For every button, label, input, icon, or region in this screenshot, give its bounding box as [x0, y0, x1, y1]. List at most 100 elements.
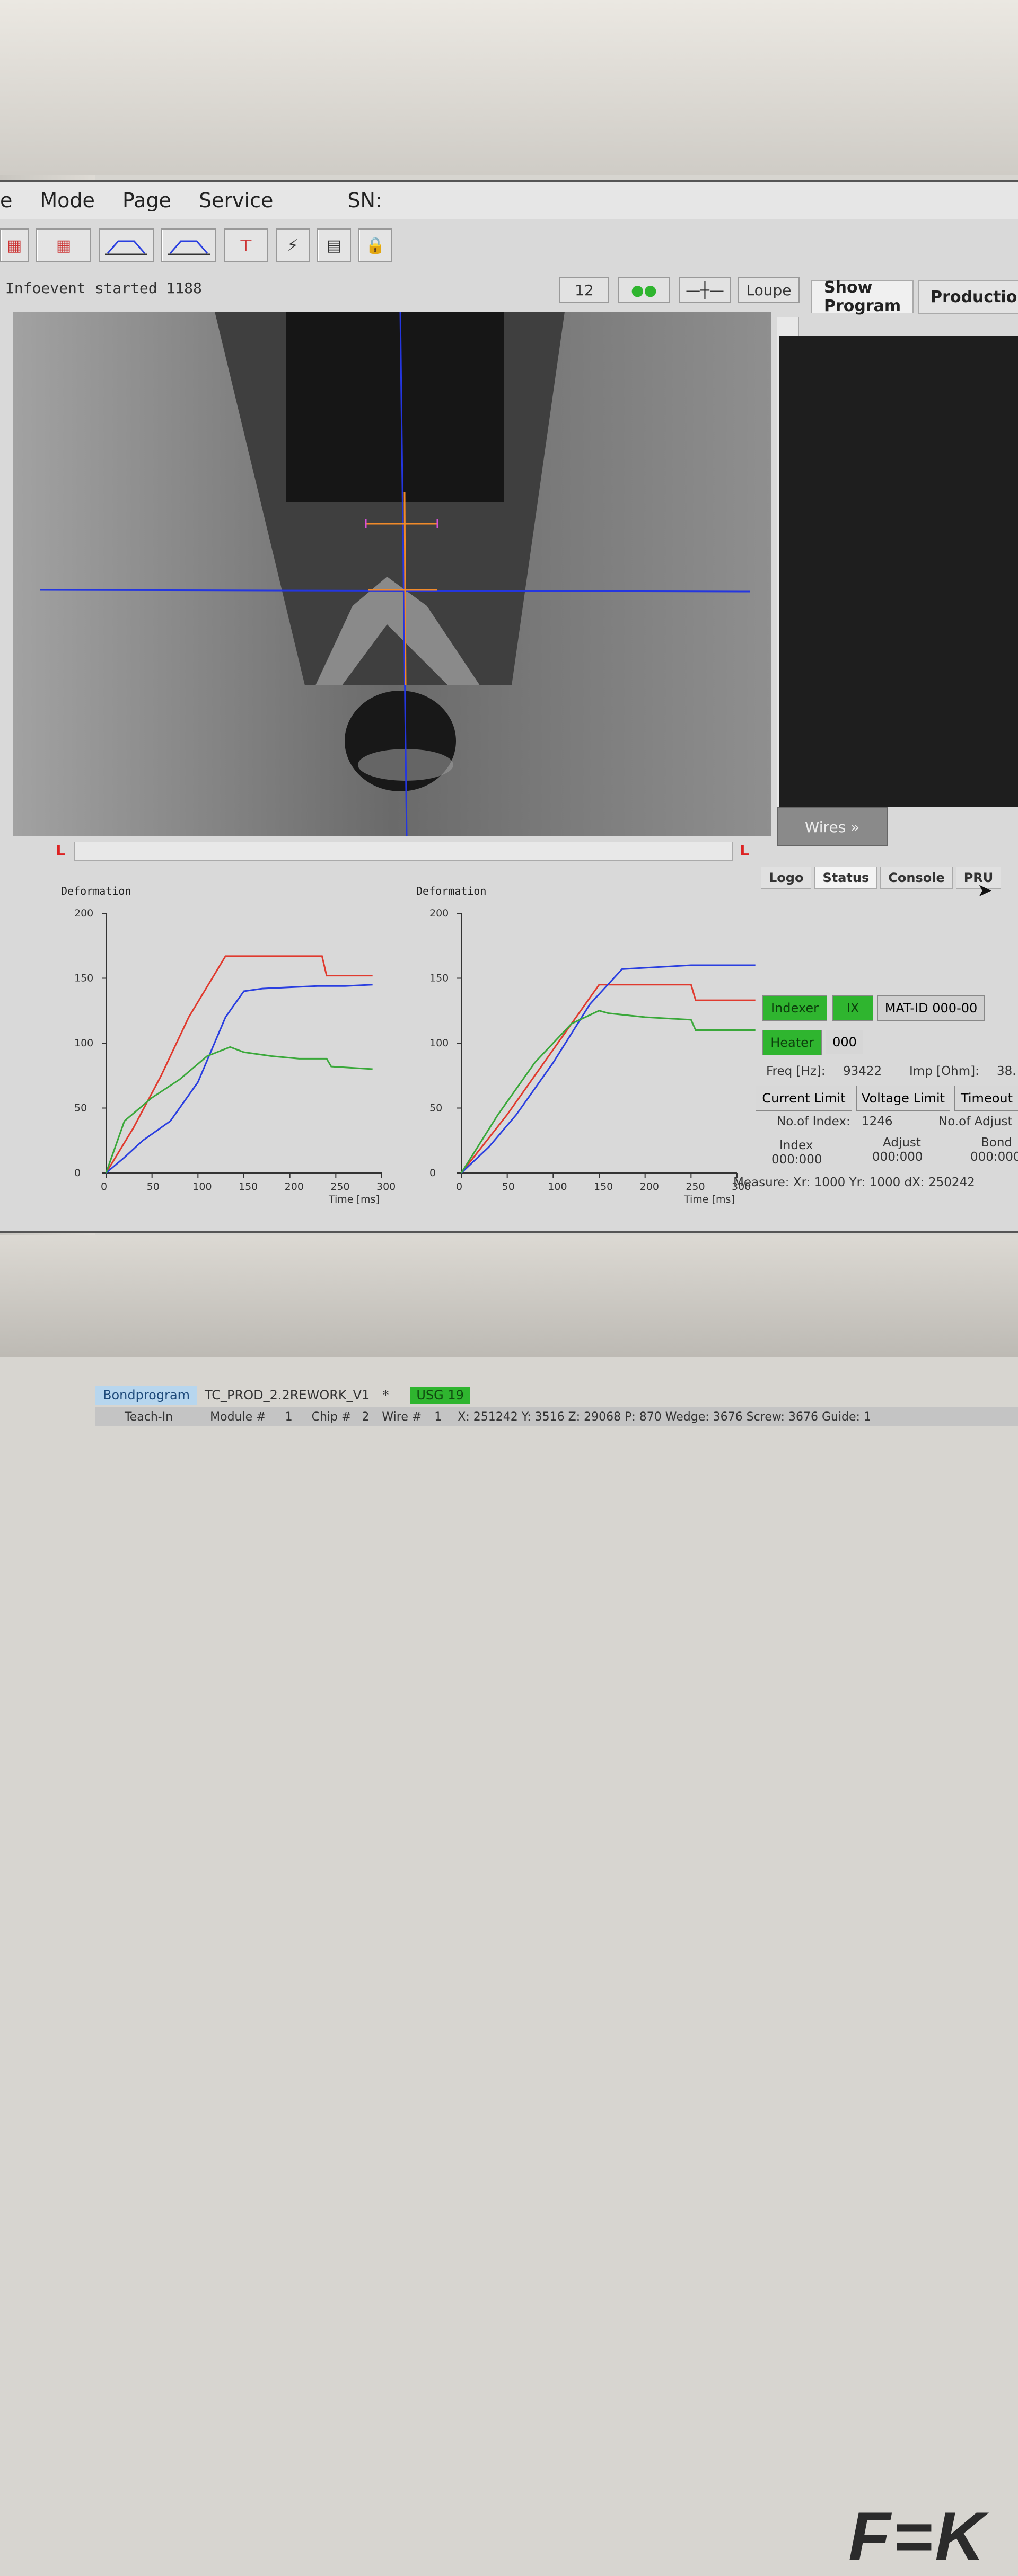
camera-horizontal-scrollbar[interactable] — [74, 842, 733, 861]
indicator-button[interactable]: ●● — [618, 277, 670, 303]
impedance-value: 38. — [997, 1064, 1016, 1078]
x-tick-label: 50 — [147, 1181, 160, 1193]
heater-indicator[interactable]: Heater — [762, 1030, 822, 1055]
module-value: 1 — [285, 1410, 293, 1424]
menu-page[interactable]: Page — [122, 189, 171, 212]
impedance-label: Imp [Ohm]: — [909, 1064, 979, 1078]
y-tick-label: 200 — [429, 907, 449, 919]
x-tick-label: 200 — [640, 1181, 659, 1193]
index-value: 000:000 — [771, 1153, 822, 1167]
loupe-label: Loupe — [746, 281, 792, 299]
indexer-indicator[interactable]: Indexer — [762, 995, 827, 1021]
tool-slot — [286, 312, 504, 502]
counter-button[interactable]: 12 — [559, 277, 609, 303]
toolbar-button-2[interactable]: ▦ — [36, 228, 91, 262]
y-tick-label: 100 — [429, 1037, 449, 1049]
menu-bar: e Mode Page Service SN: — [0, 182, 1018, 219]
toolbar-wand-button[interactable]: ⚡ — [276, 228, 310, 262]
camera-view[interactable] — [13, 312, 771, 836]
heater-value: 000 — [826, 1030, 863, 1054]
no-of-adjust-label: No.of Adjust — [938, 1115, 1013, 1128]
crosshair-button[interactable]: —┼— — [679, 277, 731, 303]
chart-title: Deformation — [61, 885, 131, 897]
lock-icon: 🔒 — [365, 236, 385, 255]
y-tick-label: 200 — [74, 907, 93, 919]
module-label: Module # — [210, 1410, 266, 1424]
x-tick-label: 300 — [376, 1181, 396, 1193]
loupe-button[interactable]: Loupe — [738, 277, 800, 303]
menu-mode[interactable]: Mode — [40, 189, 95, 212]
y-tick-label: 0 — [74, 1167, 81, 1179]
tab-status[interactable]: Status — [814, 867, 877, 889]
deformation-chart-1: Deformation 0 50 100 150 200 0 50 100 150 200 250 30… — [61, 885, 396, 1205]
menu-file[interactable]: e — [0, 189, 12, 212]
series-line-2 — [460, 1010, 756, 1174]
green-indicator-icon: ●● — [631, 281, 657, 299]
series-line-1 — [106, 984, 373, 1174]
x-tick-label: 100 — [548, 1181, 567, 1193]
y-tick-label: 50 — [429, 1102, 442, 1114]
y-tick-label: 150 — [429, 973, 449, 984]
voltage-limit-indicator: Voltage Limit — [856, 1086, 950, 1111]
tab-logo[interactable]: Logo — [761, 867, 812, 889]
x-tick-label: 300 — [732, 1181, 751, 1193]
chart-title: Deformation — [416, 885, 486, 897]
wires-button[interactable]: Wires » — [777, 807, 888, 846]
x-tick-label: 250 — [686, 1181, 705, 1193]
wire-label: Wire # — [382, 1410, 422, 1424]
toolbar-button-1[interactable]: ▦ — [0, 228, 29, 262]
limit-marker-left: L — [56, 842, 65, 859]
bondprogram-label: Bondprogram — [95, 1386, 198, 1405]
chip-label: Chip # — [311, 1410, 352, 1424]
coordinates-readout: X: 251242 Y: 3516 Z: 29068 P: 870 Wedge:… — [458, 1410, 871, 1424]
usg-indicator: USG 19 — [410, 1387, 470, 1404]
screen: e Mode Page Service SN: ▦ ▦ ⊤ ⚡ ▤ 🔒 Info… — [0, 180, 1018, 1426]
ix-indicator[interactable]: IX — [832, 995, 873, 1021]
x-tick-label: 0 — [456, 1181, 462, 1193]
x-tick-label: 250 — [330, 1181, 349, 1193]
x-tick-label: 150 — [239, 1181, 258, 1193]
x-axis-label: Time [ms] — [683, 1194, 735, 1205]
adjust-value: 000:000 — [872, 1150, 923, 1164]
series-line-0 — [105, 955, 373, 1174]
x-tick-label: 200 — [285, 1181, 304, 1193]
program-name: TC_PROD_2.2REWORK_V1 — [205, 1388, 370, 1402]
tab-production[interactable]: Production — [918, 280, 1018, 314]
current-limit-indicator: Current Limit — [756, 1086, 852, 1111]
camera-image — [13, 312, 771, 836]
mat-id-field: MAT-ID 000-00 — [877, 995, 985, 1021]
y-tick-label: 0 — [429, 1167, 436, 1179]
toolbar-tool-button[interactable]: ⊤ — [224, 228, 268, 262]
menu-service[interactable]: Service — [199, 189, 273, 212]
toolbar-book-button[interactable]: ▤ — [317, 228, 351, 262]
x-tick-label: 0 — [101, 1181, 107, 1193]
toolbar-profile-1-button[interactable] — [99, 228, 154, 262]
toolbar-profile-2-button[interactable] — [161, 228, 216, 262]
brand-logo: F=K — [848, 2498, 987, 2575]
counter-value: 12 — [575, 281, 594, 299]
right-tabs: Show Program Production — [811, 278, 1018, 315]
bond-label: Bond — [981, 1136, 1013, 1150]
y-tick-label: 150 — [74, 973, 93, 984]
keypad-icon: ▦ — [56, 236, 72, 255]
status-bar: Teach-In Module # 1 Chip # 2 Wire # 1 X:… — [95, 1407, 1018, 1426]
deformation-chart-2: Deformation 0 50 100 150 200 0 50 100 150 200 250 30… — [416, 885, 756, 1205]
series-line-2 — [105, 1046, 373, 1174]
tab-console[interactable]: Console — [880, 867, 953, 889]
tab-show-program[interactable]: Show Program — [811, 278, 914, 315]
toolbar: ▦ ▦ ⊤ ⚡ ▤ 🔒 — [0, 224, 1018, 267]
chip-value: 2 — [362, 1410, 370, 1424]
x-tick-label: 150 — [594, 1181, 613, 1193]
profile-curve-icon — [105, 240, 147, 255]
mouse-cursor-icon: ➤ — [977, 880, 993, 901]
no-of-index-value: 1246 — [862, 1115, 893, 1128]
timeout-indicator: Timeout — [954, 1086, 1018, 1111]
toolbar-lock-button[interactable]: 🔒 — [358, 228, 392, 262]
wedge-tool-icon: ⊤ — [239, 236, 253, 255]
orange-marker-vertical — [403, 491, 407, 686]
y-tick-label: 100 — [74, 1037, 93, 1049]
monitor-bezel-bottom: F=K — [0, 1235, 1018, 2575]
bond-value: 000:000 — [970, 1150, 1018, 1164]
y-tick-label: 50 — [74, 1102, 87, 1114]
x-tick-label: 50 — [502, 1181, 515, 1193]
